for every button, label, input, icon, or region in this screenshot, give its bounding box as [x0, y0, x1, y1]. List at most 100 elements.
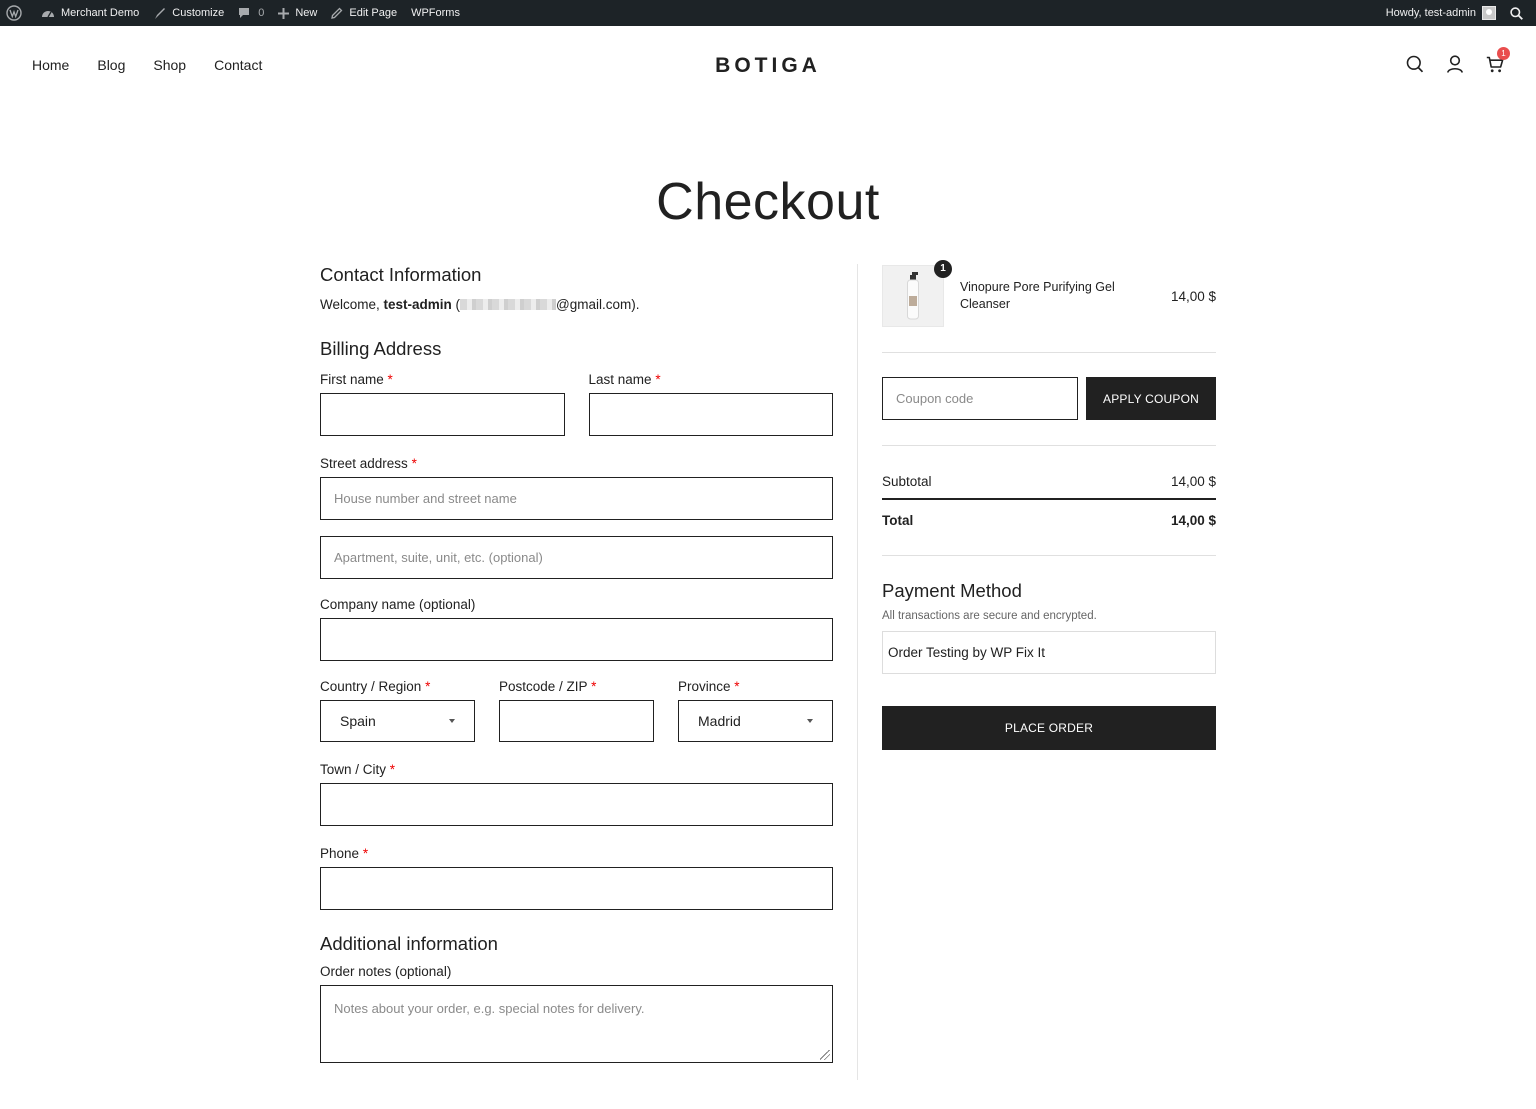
payment-method-label: Order Testing by WP Fix It: [888, 645, 1046, 660]
company-label: Company name (optional): [320, 597, 476, 612]
required-mark: *: [389, 762, 396, 777]
user-icon: [1447, 55, 1463, 73]
contact-heading: Contact Information: [320, 264, 482, 285]
column-divider: [857, 264, 858, 1080]
avatar: [1482, 6, 1496, 20]
place-order-button[interactable]: PLACE ORDER: [882, 706, 1216, 750]
order-notes-label: Order notes (optional): [320, 964, 452, 979]
new-content-link[interactable]: New: [271, 0, 324, 26]
howdy-label: Howdy, test-admin: [1385, 7, 1476, 19]
city-label: Town / City *: [320, 762, 396, 777]
coupon-code-input[interactable]: Coupon code: [882, 377, 1078, 420]
postcode-label: Postcode / ZIP *: [499, 679, 597, 694]
postcode-field[interactable]: [499, 700, 654, 742]
street-address-field[interactable]: House number and street name: [320, 477, 833, 520]
required-mark: *: [387, 372, 393, 387]
apply-coupon-button[interactable]: APPLY COUPON: [1086, 377, 1216, 420]
required-mark: *: [362, 846, 369, 861]
city-field[interactable]: [320, 783, 833, 826]
billing-heading: Billing Address: [320, 338, 442, 359]
last-name-label: Last name *: [588, 372, 661, 387]
phone-label: Phone *: [320, 846, 369, 861]
order-notes-textarea[interactable]: Notes about your order, e.g. special not…: [320, 985, 833, 1063]
site-name-link[interactable]: Merchant Demo: [34, 0, 146, 26]
first-name-label: First name *: [320, 372, 393, 387]
required-mark: *: [655, 372, 661, 387]
country-select[interactable]: Spain: [320, 700, 475, 742]
total-label: Total: [882, 513, 914, 528]
subtotal-row: Subtotal 14,00 $: [882, 474, 1216, 489]
redacted-email: [460, 299, 557, 310]
first-name-field[interactable]: [320, 393, 565, 436]
wpforms-label: WPForms: [411, 7, 460, 19]
payment-method-option[interactable]: Order Testing by WP Fix It: [882, 631, 1216, 674]
total-row: Total 14,00 $: [882, 513, 1216, 528]
order-summary: 1 Vinopure Pore Purifying Gel Cleanser 1…: [882, 260, 1216, 750]
checkout-form: Contact Information Welcome, test-admin …: [320, 264, 833, 1063]
search-button[interactable]: [1406, 54, 1424, 74]
comments-count: 0: [258, 7, 265, 19]
item-quantity-badge: 1: [934, 260, 952, 278]
pencil-icon: [331, 7, 343, 19]
site-logo[interactable]: BOTIGA: [0, 54, 1536, 78]
chevron-down-icon: [449, 719, 455, 723]
province-value: Madrid: [698, 713, 741, 729]
dashboard-icon: [42, 10, 54, 17]
street-address-label: Street address *: [320, 456, 417, 471]
province-select[interactable]: Madrid: [678, 700, 833, 742]
edit-page-link[interactable]: Edit Page: [324, 0, 404, 26]
welcome-prefix: Welcome,: [320, 297, 384, 312]
required-mark: *: [425, 679, 431, 694]
required-mark: *: [591, 679, 597, 694]
cart-button[interactable]: 1: [1486, 47, 1510, 74]
product-thumbnail: 1: [882, 260, 952, 327]
brush-icon: [155, 7, 166, 19]
customize-label: Customize: [172, 7, 225, 19]
item-price: 14,00 $: [1170, 288, 1216, 304]
order-notes-placeholder: Notes about your order, e.g. special not…: [334, 1001, 645, 1016]
welcome-username: test-admin: [383, 297, 452, 312]
country-label: Country / Region *: [320, 679, 431, 694]
order-item: 1 Vinopure Pore Purifying Gel Cleanser 1…: [882, 260, 1216, 328]
site-header: Home Blog Shop Contact BOTIGA 1: [0, 26, 1536, 106]
email-open: (: [451, 297, 461, 312]
province-label: Province *: [678, 679, 740, 694]
welcome-text: Welcome, test-admin ( @gmail.com).: [320, 297, 833, 312]
street-address-2-field[interactable]: Apartment, suite, unit, etc. (optional): [320, 536, 833, 579]
wordpress-logo-icon[interactable]: [0, 0, 34, 26]
additional-info-heading: Additional information: [320, 933, 498, 954]
country-value: Spain: [340, 713, 376, 729]
resize-handle-icon[interactable]: [820, 1050, 830, 1060]
customize-link[interactable]: Customize: [146, 0, 231, 26]
company-field[interactable]: [320, 618, 833, 661]
account-menu[interactable]: Howdy, test-admin: [1379, 0, 1503, 26]
plus-icon: [278, 7, 290, 19]
admin-bar: Merchant Demo Customize 0 New Edit Page …: [0, 0, 1536, 26]
required-mark: *: [734, 679, 740, 694]
email-suffix: @gmail.com).: [556, 297, 640, 312]
admin-search-button[interactable]: [1503, 0, 1536, 26]
divider: [882, 445, 1216, 446]
total-value: 14,00 $: [1170, 513, 1216, 528]
chevron-down-icon: [807, 719, 813, 723]
payment-method-heading: Payment Method: [882, 580, 1022, 601]
wpforms-link[interactable]: WPForms: [404, 0, 467, 26]
search-icon: [1406, 55, 1424, 73]
subtotal-label: Subtotal: [882, 474, 932, 489]
edit-page-label: Edit Page: [349, 7, 398, 19]
comments-link[interactable]: 0: [231, 0, 271, 26]
site-name-label: Merchant Demo: [61, 7, 140, 19]
new-label: New: [295, 7, 318, 19]
subtotal-value: 14,00 $: [1170, 474, 1216, 489]
last-name-field[interactable]: [588, 393, 833, 436]
item-name: Vinopure Pore Purifying Gel Cleanser: [960, 280, 1115, 311]
divider: [882, 555, 1216, 556]
comment-bubble-icon: [239, 8, 250, 18]
required-mark: *: [411, 456, 417, 471]
phone-field[interactable]: [320, 867, 833, 910]
payment-secure-note: All transactions are secure and encrypte…: [882, 610, 1097, 622]
totals-divider: [882, 498, 1216, 500]
account-button[interactable]: [1446, 54, 1464, 74]
page-title: Checkout: [656, 173, 880, 231]
divider: [882, 352, 1216, 353]
